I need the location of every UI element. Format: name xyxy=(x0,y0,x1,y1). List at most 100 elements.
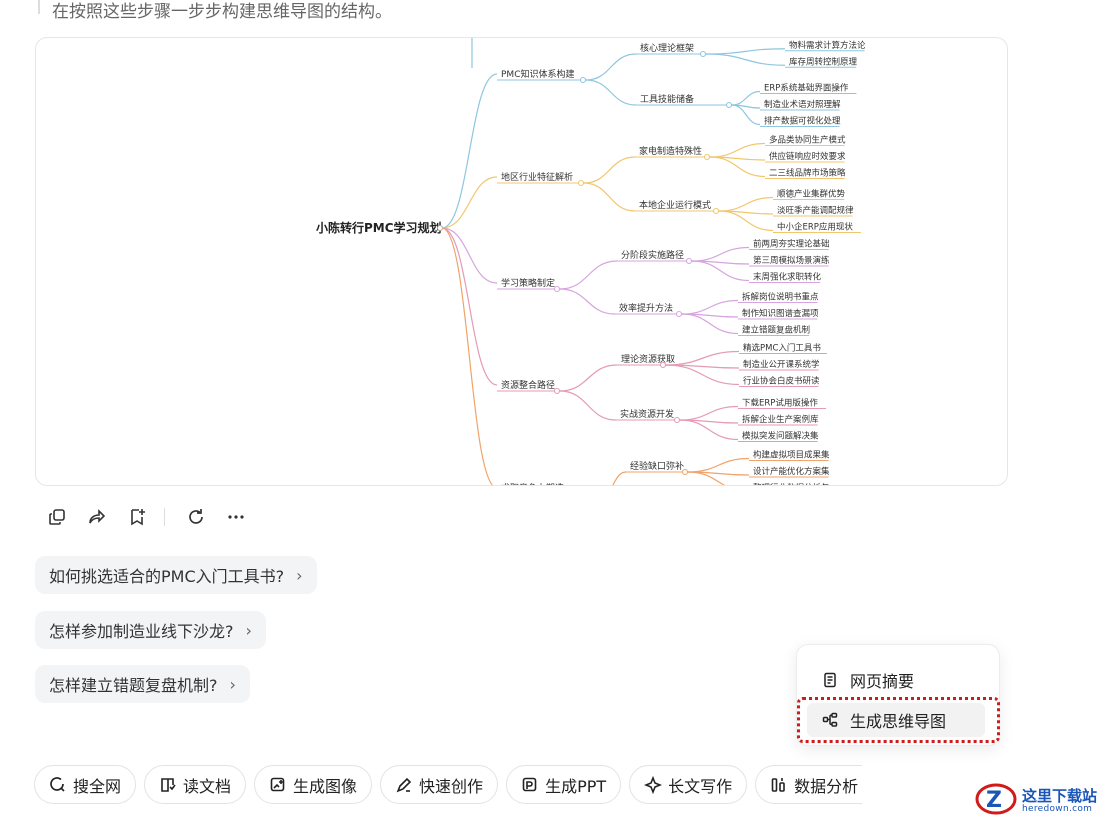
mindmap-leaf: 行业协会白皮书研读 xyxy=(743,376,820,387)
svg-text:Z: Z xyxy=(986,788,1002,813)
mindmap-subtopic: 工具技能储备 xyxy=(640,93,694,105)
generate-mindmap-item[interactable]: 生成思维导图 xyxy=(822,708,946,732)
mindmap-leaf: 模拟突发问题解决集 xyxy=(742,431,819,442)
mindmap-leaf: 制造业公开课系统学 xyxy=(743,359,820,370)
mindmap-leaf: 供应链响应时效要求 xyxy=(769,151,846,162)
mindmap-icon xyxy=(822,712,838,727)
mindmap-leaf: 下载ERP试用版操作 xyxy=(742,398,818,409)
generate-image-button[interactable]: 生成图像 xyxy=(254,765,373,804)
share-icon[interactable] xyxy=(84,504,110,530)
suggestion-item[interactable]: 怎样参加制造业线下沙龙? › xyxy=(35,611,266,649)
tool-label: 搜全网 xyxy=(73,776,122,796)
mindmap-edge xyxy=(559,390,617,421)
mindmap-node-dot xyxy=(699,50,707,58)
mindmap-edge xyxy=(559,288,616,315)
mindmap-leaf: 末周强化求职转化 xyxy=(753,272,822,283)
mindmap-edge xyxy=(559,260,618,290)
mindmap-node-dot xyxy=(553,387,561,395)
suggestion-text: 怎样建立错题复盘机制? xyxy=(49,676,218,695)
copy-icon[interactable] xyxy=(44,504,70,530)
mindmap-leaf: 精选PMC入门工具书 xyxy=(743,343,821,354)
quote-bar xyxy=(38,0,40,14)
suggestion-item[interactable]: 如何挑选适合的PMC入门工具书? › xyxy=(35,556,317,594)
data-analysis-button[interactable]: 数据分析 xyxy=(755,765,863,804)
mindmap-subtopic: 实战资源开发 xyxy=(620,408,674,420)
search-web-button[interactable]: 搜全网 xyxy=(34,765,137,804)
mindmap-edge xyxy=(679,405,739,421)
bookmark-add-icon[interactable] xyxy=(124,504,150,530)
mindmap-leaf: ERP系统基础界面操作 xyxy=(764,83,849,94)
more-icon[interactable] xyxy=(223,504,249,530)
mindmap-node-dot xyxy=(725,101,733,109)
long-writing-button[interactable]: 长文写作 xyxy=(629,765,748,804)
mindmap-node-dot xyxy=(681,468,689,476)
mindmap-edge xyxy=(731,90,761,106)
tool-bar: 搜全网 读文档 生成图像 快速创作 生成PPT 长文写作 数据分析 xyxy=(34,765,863,804)
mindmap-node-dot xyxy=(703,153,711,161)
suggestion-text: 怎样参加制造业线下沙龙? xyxy=(49,622,234,641)
mindmap-node-dot xyxy=(712,207,720,215)
mindmap-edge xyxy=(705,48,786,55)
mindmap-leaf: 构建虚拟项目成果集 xyxy=(753,450,830,461)
mindmap-subtopic: 分阶段实施路径 xyxy=(621,249,684,261)
pen-icon xyxy=(396,777,412,792)
mindmap-leaf: 设计产能优化方案集 xyxy=(753,466,830,477)
chevron-right-icon: › xyxy=(296,565,303,585)
mindmap-node-dot xyxy=(436,224,444,232)
read-document-button[interactable]: 读文档 xyxy=(144,765,247,804)
tool-label: 长文写作 xyxy=(668,776,733,796)
mindmap-leaf: 前两周夯实理论基础 xyxy=(753,239,830,250)
ppt-icon xyxy=(522,777,537,791)
chevron-right-icon: › xyxy=(229,674,236,694)
mindmap-edge xyxy=(559,364,618,392)
tool-label: 数据分析 xyxy=(794,776,859,796)
mindmap-node-dot xyxy=(675,310,683,318)
mindmap-leaf: 库存周转控制原理 xyxy=(789,56,858,67)
mindmap-edge xyxy=(665,350,740,366)
image-gen-icon xyxy=(270,777,285,791)
chart-icon xyxy=(771,777,785,792)
mindmap-branch: 学习策略制定 xyxy=(501,277,555,289)
mindmap-edge xyxy=(585,53,637,81)
mindmap-root: 小陈转行PMC学习规划 xyxy=(316,220,442,235)
mindmap-edge xyxy=(441,176,498,229)
mindmap-leaf: 拆解岗位说明书重点 xyxy=(742,292,819,303)
mindmap-node-dot xyxy=(553,285,561,293)
sparkle-icon xyxy=(644,775,663,794)
mindmap-leaf: 建立错题复盘机制 xyxy=(742,325,810,336)
generate-ppt-button[interactable]: 生成PPT xyxy=(506,765,622,804)
mindmap-edge xyxy=(691,246,750,262)
mindmap-card[interactable]: 小陈转行PMC学习规划 PMC知识体系构建 核心理论框架 物料需求计算方法论 库存周转控… xyxy=(35,37,1008,486)
watermark-url: heredown.com xyxy=(1022,804,1093,814)
mindmap-node-dot xyxy=(577,179,585,187)
quick-create-button[interactable]: 快速创作 xyxy=(380,765,499,804)
mindmap-edge xyxy=(705,53,786,66)
mindmap-edge xyxy=(612,471,627,485)
mindmap-leaf: 淡旺季产能调配规律 xyxy=(777,205,854,216)
suggestion-item[interactable]: 怎样建立错题复盘机制? › xyxy=(35,665,250,703)
message-actions xyxy=(44,504,263,530)
suggestion-text: 如何挑选适合的PMC入门工具书? xyxy=(49,567,285,586)
mindmap-node-dot xyxy=(579,76,587,84)
web-summary-item[interactable]: 网页摘要 xyxy=(822,668,914,692)
mindmap-subtopic: 家电制造特殊性 xyxy=(639,145,702,157)
mindmap-leaf: 物料需求计算方法论 xyxy=(789,40,866,51)
mindmap-edge xyxy=(687,457,750,473)
mindmap-leaf: 制造业术语对照理解 xyxy=(764,99,841,110)
mindmap-branch: 资源整合路径 xyxy=(501,379,555,391)
mindmap-edge xyxy=(718,196,774,212)
mindmap-leaf: 排产数据可视化处理 xyxy=(764,116,841,127)
mindmap-leaf: 顺德产业集群优势 xyxy=(777,189,846,200)
web-summary-label: 网页摘要 xyxy=(850,672,915,691)
mindmap-node-dot xyxy=(685,257,693,265)
mindmap-branch: 求职竞争力塑造 xyxy=(501,482,564,486)
mindmap-leaf: 拆解企业生产案例库 xyxy=(742,414,819,425)
tool-label: 生成图像 xyxy=(293,776,358,796)
watermark-title: 这里下载站 xyxy=(1022,787,1098,805)
regenerate-icon[interactable] xyxy=(183,504,209,530)
mindmap-branch: 地区行业特征解析 xyxy=(501,171,573,183)
mindmap-edge xyxy=(583,182,636,212)
tool-label: 读文档 xyxy=(183,776,232,796)
mindmap-edge xyxy=(583,156,636,184)
generate-mindmap-label: 生成思维导图 xyxy=(850,712,947,731)
